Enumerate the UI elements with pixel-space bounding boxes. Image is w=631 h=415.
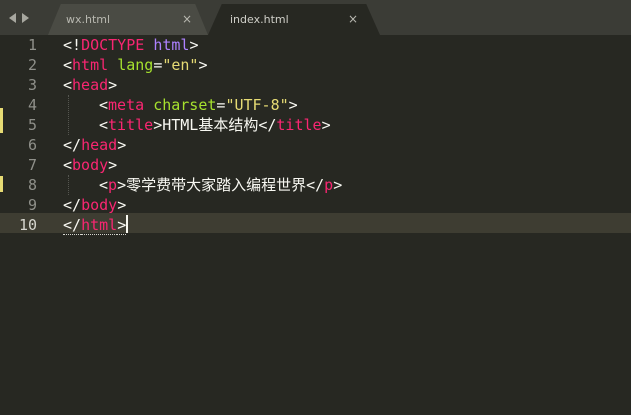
punct: <	[63, 76, 73, 94]
attribute-value: "en"	[162, 56, 199, 74]
punct: <	[63, 56, 73, 74]
punct: >	[117, 136, 127, 154]
line-number: 3	[27, 76, 37, 94]
tag-name: title	[276, 116, 322, 134]
code-line-1: <!DOCTYPE html>	[63, 35, 198, 55]
punct: >	[117, 216, 127, 235]
tag-name: body	[81, 196, 118, 214]
close-icon[interactable]: ×	[182, 12, 192, 26]
tag-name: html	[72, 56, 109, 74]
punct: </	[63, 196, 82, 214]
line-number-gutter: 1 2 3 4 5 6 7 8 9 10	[0, 35, 52, 415]
close-icon[interactable]: ×	[348, 12, 358, 26]
tag-name: body	[72, 156, 109, 174]
tag-name: html	[81, 216, 118, 235]
punct: >	[333, 176, 343, 194]
code-line-3: <head>	[63, 75, 117, 95]
chevron-right-icon[interactable]	[22, 13, 29, 23]
punct: =	[153, 56, 163, 74]
text-content: 零学费带大家踏入编程世界	[126, 176, 307, 194]
line-number: 8	[27, 176, 37, 194]
punct: <	[99, 96, 109, 114]
tab-index-html[interactable]: index.html ×	[208, 4, 380, 35]
attribute-name: charset	[153, 96, 217, 114]
punct: >	[117, 196, 127, 214]
tab-navigation	[9, 11, 29, 25]
code-line-7: <body>	[63, 155, 117, 175]
punct: >	[108, 156, 118, 174]
line-number: 1	[27, 36, 37, 54]
chevron-left-icon[interactable]	[9, 13, 16, 23]
punct: >	[189, 36, 199, 54]
punct: >	[321, 116, 331, 134]
punct: >	[153, 116, 163, 134]
tag-name: p	[108, 176, 118, 194]
code-line-10: </html>	[63, 215, 129, 235]
punct: </	[63, 216, 82, 235]
punct: </	[258, 116, 277, 134]
attribute-value: "UTF-8"	[225, 96, 289, 114]
text-cursor	[126, 215, 129, 233]
line-number: 7	[27, 156, 37, 174]
tag-name: p	[324, 176, 334, 194]
indent-guide	[68, 175, 69, 195]
doctype-value: html	[153, 36, 190, 54]
punct: >	[288, 96, 298, 114]
punct: <	[99, 176, 109, 194]
code-line-6: </head>	[63, 135, 126, 155]
punct: </	[63, 136, 82, 154]
punct: <!	[63, 36, 82, 54]
tab-bar: wx.html × index.html ×	[0, 0, 631, 35]
code-line-9: </body>	[63, 195, 126, 215]
text-content: HTML基本结构	[162, 116, 259, 134]
punct: >	[108, 76, 118, 94]
code-line-2: <html lang="en">	[63, 55, 208, 75]
tab-wx-html[interactable]: wx.html ×	[48, 4, 208, 35]
tab-label: wx.html	[66, 13, 111, 26]
code-editor[interactable]: <!DOCTYPE html> <html lang="en"> <head> …	[63, 35, 631, 415]
line-number: 6	[27, 136, 37, 154]
punct: <	[99, 116, 109, 134]
punct: >	[117, 176, 127, 194]
code-line-8: <p>零学费带大家踏入编程世界</p>	[99, 175, 342, 195]
line-number: 4	[27, 96, 37, 114]
tag-name: head	[72, 76, 109, 94]
indent-guide	[68, 95, 69, 135]
punct: </	[306, 176, 325, 194]
line-number-current: 10	[18, 216, 37, 234]
line-number: 9	[27, 196, 37, 214]
tag-name: head	[81, 136, 118, 154]
line-number: 5	[27, 116, 37, 134]
tag-name: title	[108, 116, 154, 134]
punct: <	[63, 156, 73, 174]
attribute-name: lang	[117, 56, 154, 74]
code-line-4: <meta charset="UTF-8">	[99, 95, 298, 115]
code-line-5: <title>HTML基本结构</title>	[99, 115, 331, 135]
line-number: 2	[27, 56, 37, 74]
tab-label: index.html	[230, 13, 289, 26]
punct: >	[198, 56, 208, 74]
tag-name: meta	[108, 96, 145, 114]
doctype-keyword: DOCTYPE	[81, 36, 145, 54]
